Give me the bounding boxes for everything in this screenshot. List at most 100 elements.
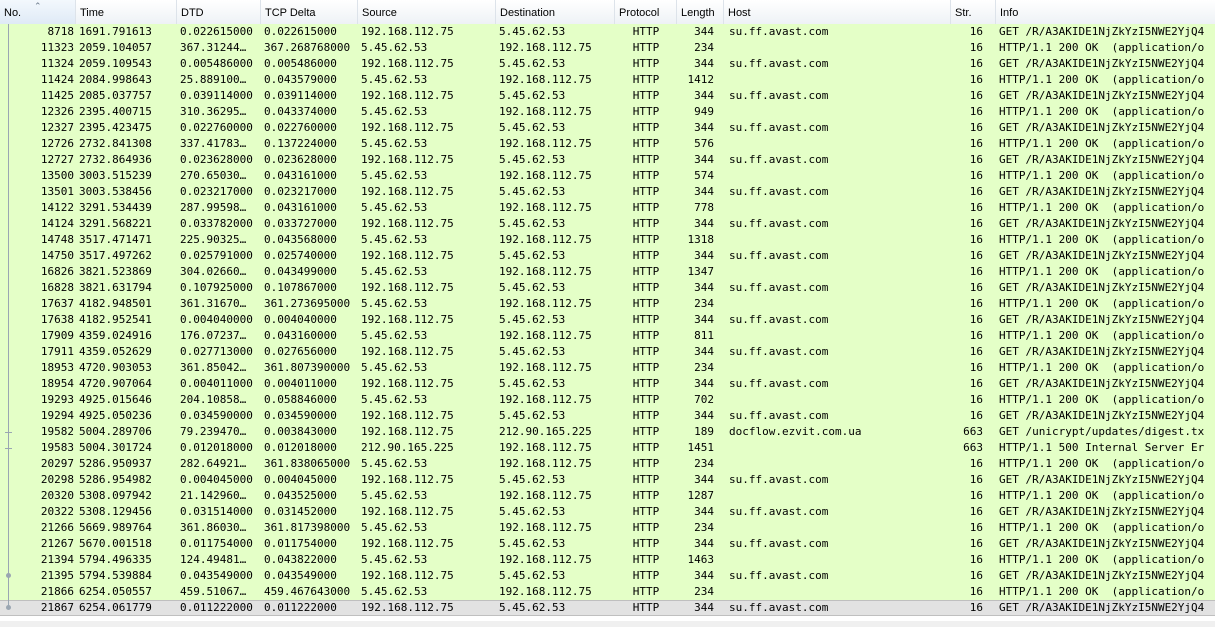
packet-row[interactable]: 12727 2732.864936 0.023628000 0.023628000 19… — [0, 152, 1215, 168]
packet-row[interactable]: 18954 4720.907064 0.004011000 0.004011000 19… — [0, 376, 1215, 392]
cell-len: 344 — [694, 121, 714, 134]
horizontal-scrollbar[interactable] — [0, 621, 1215, 627]
packet-row[interactable]: 20298 5286.954982 0.004045000 0.004045000 19… — [0, 472, 1215, 488]
cell-dst: 5.45.62.53 — [499, 89, 566, 102]
packet-row[interactable]: 13500 3003.515239 270.65030… 0.043161000 5.4… — [0, 168, 1215, 184]
column-header-length[interactable]: Length — [677, 0, 724, 24]
cell-src: 5.45.62.53 — [361, 137, 428, 150]
cell-tcp: 0.022615000 — [264, 25, 337, 38]
cell-dtd: 0.027713000 — [180, 345, 253, 358]
cell-dtd: 337.41783… — [180, 137, 247, 150]
packet-row[interactable]: 12726 2732.841308 337.41783… 0.137224000 5.4… — [0, 136, 1215, 152]
cell-time: 3003.538456 — [79, 185, 152, 198]
packet-row[interactable]: 21267 5670.001518 0.011754000 0.011754000 19… — [0, 536, 1215, 552]
column-header-tcp-delta[interactable]: TCP Delta — [261, 0, 358, 24]
cell-dtd: 79.239470… — [180, 425, 247, 438]
cell-info: GET /R/A3AKIDE1NjZkYzI5NWE2YjQ4 — [999, 217, 1205, 230]
cell-no: 11324 — [40, 57, 74, 70]
cell-time: 2059.104057 — [79, 41, 152, 54]
packet-row[interactable]: 14124 3291.568221 0.033782000 0.033727000 19… — [0, 216, 1215, 232]
cell-dst: 5.45.62.53 — [499, 281, 566, 294]
cell-no: 14122 — [40, 201, 74, 214]
cell-len: 576 — [694, 137, 714, 150]
column-header-info[interactable]: Info — [996, 0, 1215, 24]
packet-row[interactable]: 11323 2059.104057 367.31244… 367.268768000 5… — [0, 40, 1215, 56]
cell-src: 5.45.62.53 — [361, 521, 428, 534]
packet-row[interactable]: 21266 5669.989764 361.86030… 361.817398000 5… — [0, 520, 1215, 536]
packet-row[interactable]: 11324 2059.109543 0.005486000 0.005486000 19… — [0, 56, 1215, 72]
cell-time: 3517.471471 — [79, 233, 152, 246]
cell-info: GET /R/A3AKIDE1NjZkYzI5NWE2YjQ4 — [999, 89, 1205, 102]
packet-row[interactable]: 17909 4359.024916 176.07237… 0.043160000 5.4… — [0, 328, 1215, 344]
cell-len: 1451 — [687, 441, 715, 454]
cell-tcp: 0.043525000 — [264, 489, 337, 502]
cell-time: 4182.948501 — [79, 297, 152, 310]
cell-proto: HTTP — [632, 489, 660, 502]
packet-row[interactable]: 18953 4720.903053 361.85042… 361.807390000 5… — [0, 360, 1215, 376]
packet-row[interactable]: 12326 2395.400715 310.36295… 0.043374000 5.4… — [0, 104, 1215, 120]
packet-row[interactable]: 17911 4359.052629 0.027713000 0.027656000 19… — [0, 344, 1215, 360]
packet-row[interactable]: 11425 2085.037757 0.039114000 0.039114000 19… — [0, 88, 1215, 104]
column-header-protocol[interactable]: Protocol — [615, 0, 677, 24]
cell-host: su.ff.avast.com — [729, 409, 829, 422]
packet-row[interactable]: 14748 3517.471471 225.90325… 0.043568000 5.4… — [0, 232, 1215, 248]
packet-row[interactable]: 20297 5286.950937 282.64921… 361.838065000 5… — [0, 456, 1215, 472]
cell-str: 16 — [969, 281, 983, 294]
packet-row[interactable]: 20320 5308.097942 21.142960… 0.043525000 5.4… — [0, 488, 1215, 504]
cell-info: HTTP/1.1 200 OK (application/o — [999, 73, 1205, 86]
cell-str: 16 — [969, 25, 983, 38]
cell-src: 5.45.62.53 — [361, 457, 428, 470]
cell-dst: 192.168.112.75 — [499, 169, 592, 182]
cell-tcp: 0.043499000 — [264, 265, 337, 278]
cell-host: su.ff.avast.com — [729, 473, 829, 486]
cell-dst: 5.45.62.53 — [499, 185, 566, 198]
packet-row[interactable]: 21867 6254.061779 0.011222000 0.011222000 19… — [0, 600, 1215, 616]
cell-tcp: 0.043161000 — [264, 169, 337, 182]
cell-tcp: 459.467643000 — [264, 585, 351, 598]
cell-proto: HTTP — [632, 409, 660, 422]
cell-len: 189 — [694, 425, 714, 438]
cell-tcp: 0.004040000 — [264, 313, 337, 326]
cell-dtd: 204.10858… — [180, 393, 247, 406]
column-header-dtd[interactable]: DTD — [177, 0, 261, 24]
packet-row[interactable]: 8718 1691.791613 0.022615000 0.022615000 192… — [0, 24, 1215, 40]
packet-row[interactable]: 17638 4182.952541 0.004040000 0.004040000 19… — [0, 312, 1215, 328]
column-header-destination[interactable]: Destination — [496, 0, 615, 24]
cell-dtd: 367.31244… — [180, 41, 247, 54]
cell-str: 16 — [969, 489, 983, 502]
packet-row[interactable]: 13501 3003.538456 0.023217000 0.023217000 19… — [0, 184, 1215, 200]
packet-row[interactable]: 19583 5004.301724 0.012018000 0.012018000 21… — [0, 440, 1215, 456]
cell-proto: HTTP — [632, 441, 660, 454]
column-header-host[interactable]: Host — [724, 0, 951, 24]
packet-row[interactable]: 12327 2395.423475 0.022760000 0.022760000 19… — [0, 120, 1215, 136]
packet-row[interactable]: 16828 3821.631794 0.107925000 0.107867000 19… — [0, 280, 1215, 296]
packet-row[interactable]: 21394 5794.496335 124.49481… 0.043822000 5.4… — [0, 552, 1215, 568]
cell-info: GET /unicrypt/updates/digest.tx — [999, 425, 1205, 438]
packet-row[interactable]: 14122 3291.534439 287.99598… 0.043161000 5.4… — [0, 200, 1215, 216]
cell-time: 5308.097942 — [79, 489, 152, 502]
column-header-stream[interactable]: Str. — [951, 0, 996, 24]
packet-row[interactable]: 14750 3517.497262 0.025791000 0.025740000 19… — [0, 248, 1215, 264]
packet-row[interactable]: 17637 4182.948501 361.31670… 361.273695000 5… — [0, 296, 1215, 312]
packet-row[interactable]: 11424 2084.998643 25.889100… 0.043579000 5.4… — [0, 72, 1215, 88]
packet-row[interactable]: 16826 3821.523869 304.02660… 0.043499000 5.4… — [0, 264, 1215, 280]
packet-row[interactable]: 21395 5794.539884 0.043549000 0.043549000 19… — [0, 568, 1215, 584]
cell-str: 16 — [969, 345, 983, 358]
cell-dst: 192.168.112.75 — [499, 441, 592, 454]
packet-row[interactable]: 21866 6254.050557 459.51067… 459.467643000 5… — [0, 584, 1215, 600]
packet-row[interactable]: 19582 5004.289706 79.239470… 0.003843000 192… — [0, 424, 1215, 440]
column-header-time[interactable]: Time — [76, 0, 177, 24]
cell-no: 12326 — [40, 105, 74, 118]
column-header-no[interactable]: No. ⌃ — [0, 0, 76, 24]
packet-row[interactable]: 19294 4925.050236 0.034590000 0.034590000 19… — [0, 408, 1215, 424]
packet-row[interactable]: 19293 4925.015646 204.10858… 0.058846000 5.4… — [0, 392, 1215, 408]
packet-list[interactable]: No. ⌃ Time DTD TCP Delta Source Destinat… — [0, 0, 1215, 627]
cell-dst: 192.168.112.75 — [499, 41, 592, 54]
cell-src: 192.168.112.75 — [361, 505, 454, 518]
cell-proto: HTTP — [632, 281, 660, 294]
cell-dtd: 0.012018000 — [180, 441, 253, 454]
column-header-source[interactable]: Source — [358, 0, 496, 24]
packet-row[interactable]: 20322 5308.129456 0.031514000 0.031452000 19… — [0, 504, 1215, 520]
cell-len: 344 — [694, 185, 714, 198]
cell-src: 5.45.62.53 — [361, 105, 428, 118]
